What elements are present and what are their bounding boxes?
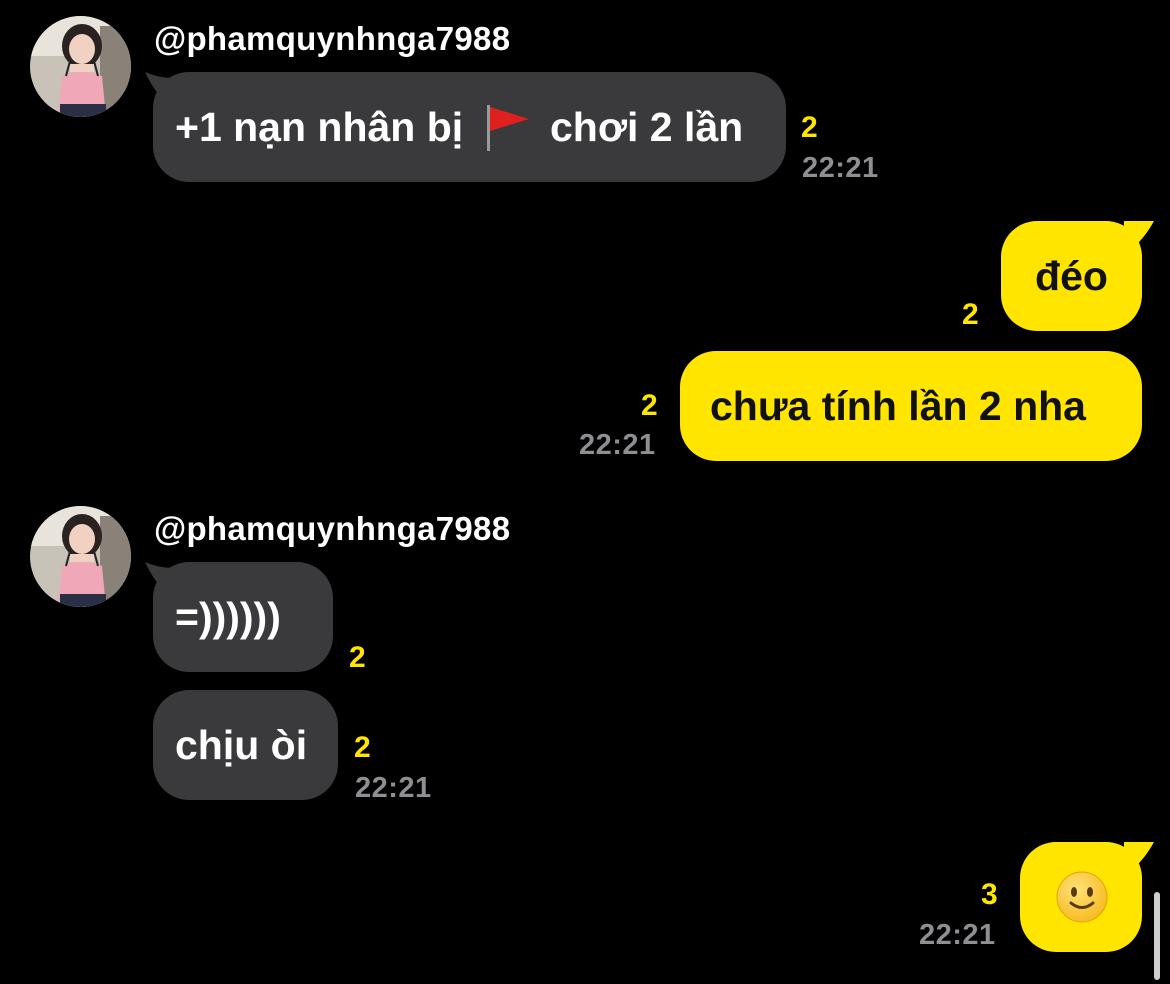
message-text: chưa tính lần 2 nha [710, 383, 1086, 429]
sender-name[interactable]: @phamquynhnga7988 [154, 510, 510, 548]
message-timestamp: 22:21 [579, 429, 656, 461]
bubble-tail [1124, 842, 1154, 876]
unread-count: 2 [349, 641, 366, 674]
message-text: chơi 2 lần [550, 104, 744, 150]
message-bubble-outgoing[interactable]: chưa tính lần 2 nha [680, 351, 1142, 461]
message-bubble-outgoing[interactable]: đéo [1001, 221, 1142, 331]
unread-count: 3 [981, 878, 998, 911]
red-flag-icon [486, 105, 529, 152]
avatar-image [30, 16, 131, 117]
sender-avatar[interactable] [30, 506, 131, 607]
message-text: +1 nạn nhân bị [175, 104, 464, 150]
message-timestamp: 22:21 [355, 772, 432, 804]
unread-count: 2 [962, 298, 979, 331]
message-timestamp: 22:21 [802, 152, 879, 184]
message-bubble-incoming[interactable]: chịu òi [153, 690, 338, 800]
sender-avatar[interactable] [30, 16, 131, 117]
unread-count: 2 [801, 111, 818, 144]
unread-count: 2 [641, 389, 658, 422]
message-bubble-incoming[interactable]: =)))))) [153, 562, 333, 672]
message-text: =)))))) [175, 594, 281, 640]
slightly-smiling-face-icon [1056, 871, 1108, 923]
message-text: chịu òi [175, 722, 308, 768]
bubble-tail [1124, 221, 1154, 255]
sender-name[interactable]: @phamquynhnga7988 [154, 20, 510, 58]
message-bubble-incoming[interactable]: +1 nạn nhân bị chơi 2 lần [153, 72, 786, 182]
message-text: đéo [1035, 253, 1108, 299]
unread-count: 2 [354, 731, 371, 764]
avatar-image [30, 506, 131, 607]
message-timestamp: 22:21 [919, 919, 996, 951]
scrollbar[interactable] [1154, 892, 1160, 980]
